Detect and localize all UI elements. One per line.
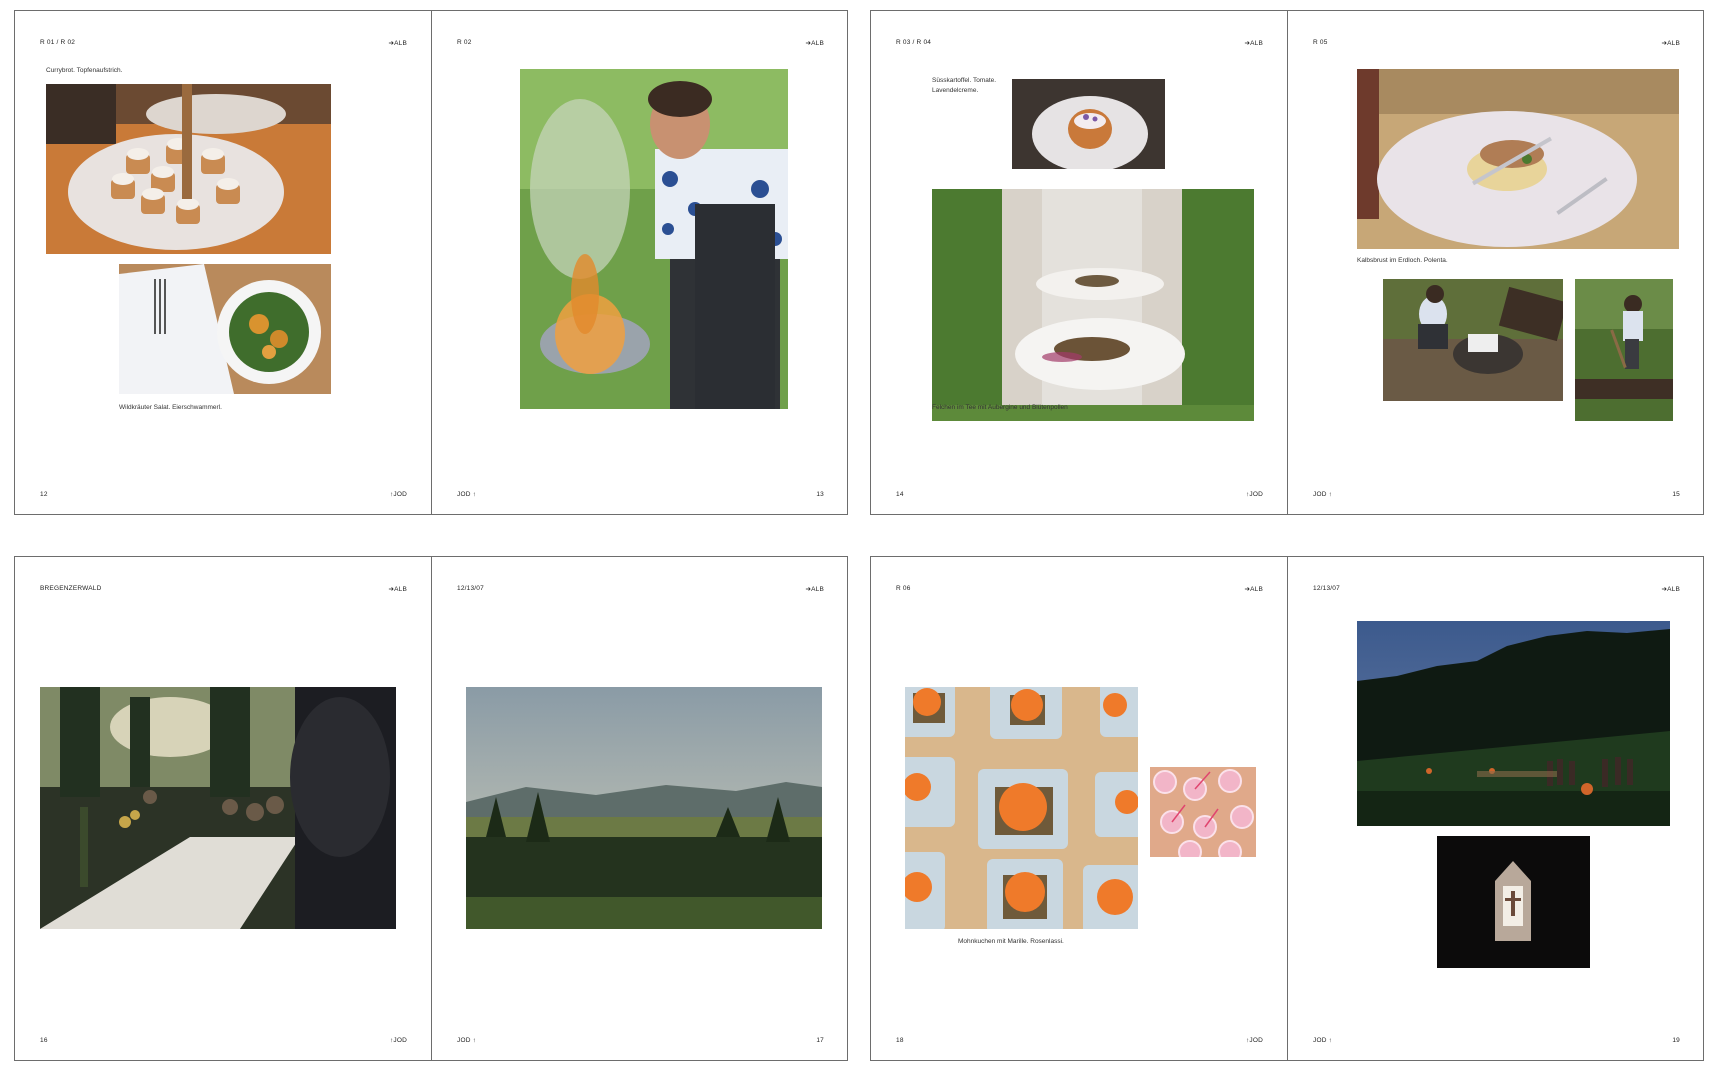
photo-salad — [119, 264, 331, 394]
alb-marker: ➔ALB — [388, 40, 407, 47]
photo-chef-flambe — [520, 69, 788, 409]
spread-14-15: R 03 / R 04 ➔ALB Süsskartoffel. Tomate. … — [870, 10, 1704, 515]
folio: 15 — [1672, 491, 1680, 498]
jod-marker: ↑JOD — [389, 1037, 407, 1044]
photo-currybrot — [46, 84, 331, 254]
photo-rosenlassi — [1150, 767, 1256, 857]
page-19: 12/13/07 ➔ALB JOD ↑ 19 — [1288, 557, 1704, 1060]
alb-marker: ➔ALB — [388, 586, 407, 593]
alb-marker: ➔ALB — [1244, 586, 1263, 593]
folio: 14 — [896, 491, 904, 498]
page-header: R 01 / R 02 — [40, 39, 76, 46]
caption-currybrot: Currybrot. Topfenaufstrich. — [46, 67, 123, 74]
spread-12-13: R 01 / R 02 ➔ALB Currybrot. Topfenaufstr… — [14, 10, 848, 515]
page-header: BREGENZERWALD — [40, 585, 102, 592]
jod-marker: ↑JOD — [1245, 1037, 1263, 1044]
page-header: R 05 — [1313, 39, 1328, 46]
photo-mohnkuchen — [905, 687, 1138, 929]
photo-wayside-shrine — [1437, 836, 1590, 968]
folio: 16 — [40, 1037, 48, 1044]
photo-long-table — [40, 687, 396, 929]
folio: 13 — [816, 491, 824, 498]
alb-marker: ➔ALB — [1661, 586, 1680, 593]
alb-marker: ➔ALB — [1661, 40, 1680, 47]
photo-landscape — [466, 687, 822, 929]
caption-felchen: Felchen im Tee mit Aubergine und Blütenp… — [932, 404, 1068, 411]
page-13: R 02 ➔ALB JOD ↑ 13 — [432, 11, 848, 514]
jod-marker: ↑JOD — [389, 491, 407, 498]
spread-16-17: BREGENZERWALD ➔ALB 16 ↑JOD 12/13/07 ➔ALB — [14, 556, 848, 1061]
page-16: BREGENZERWALD ➔ALB 16 ↑JOD — [15, 557, 431, 1060]
page-header: 12/13/07 — [1313, 585, 1340, 592]
photo-suesskartoffel — [1012, 79, 1165, 169]
jod-marker: JOD ↑ — [457, 491, 477, 498]
jod-marker: ↑JOD — [1245, 491, 1263, 498]
alb-marker: ➔ALB — [1244, 40, 1263, 47]
folio: 17 — [816, 1037, 824, 1044]
caption-mohnkuchen: Mohnkuchen mit Marille. Rosenlassi. — [958, 938, 1064, 945]
folio: 12 — [40, 491, 48, 498]
alb-marker: ➔ALB — [805, 586, 824, 593]
page-header: R 03 / R 04 — [896, 39, 932, 46]
photo-erdloch-digging — [1383, 279, 1563, 401]
photo-erdloch-shovel — [1575, 279, 1673, 421]
photo-felchen — [932, 189, 1254, 421]
jod-marker: JOD ↑ — [457, 1037, 477, 1044]
page-18: R 06 ➔ALB Mohnkuchen mit Marille. Rosenl… — [871, 557, 1287, 1060]
spread-18-19: R 06 ➔ALB Mohnkuchen mit Marille. Rosenl… — [870, 556, 1704, 1061]
page-header: R 02 — [457, 39, 472, 46]
page-header: R 06 — [896, 585, 911, 592]
caption-salad: Wildkräuter Salat. Eierschwammerl. — [119, 404, 222, 411]
photo-kalbsbrust — [1357, 69, 1679, 249]
page-header: 12/13/07 — [457, 585, 484, 592]
folio: 19 — [1672, 1037, 1680, 1044]
page-12: R 01 / R 02 ➔ALB Currybrot. Topfenaufstr… — [15, 11, 431, 514]
jod-marker: JOD ↑ — [1313, 1037, 1333, 1044]
caption-suesskartoffel: Süsskartoffel. Tomate. Lavendelcreme. — [932, 77, 997, 94]
alb-marker: ➔ALB — [805, 40, 824, 47]
caption-kalbsbrust: Kalbsbrust im Erdloch. Polenta. — [1357, 257, 1448, 264]
folio: 18 — [896, 1037, 904, 1044]
page-15: R 05 ➔ALB Kalbsbrust im Erdloch. Polenta… — [1288, 11, 1704, 514]
jod-marker: JOD ↑ — [1313, 491, 1333, 498]
page-17: 12/13/07 ➔ALB JOD ↑ 17 — [432, 557, 848, 1060]
photo-night-gathering — [1357, 621, 1670, 826]
page-14: R 03 / R 04 ➔ALB Süsskartoffel. Tomate. … — [871, 11, 1287, 514]
